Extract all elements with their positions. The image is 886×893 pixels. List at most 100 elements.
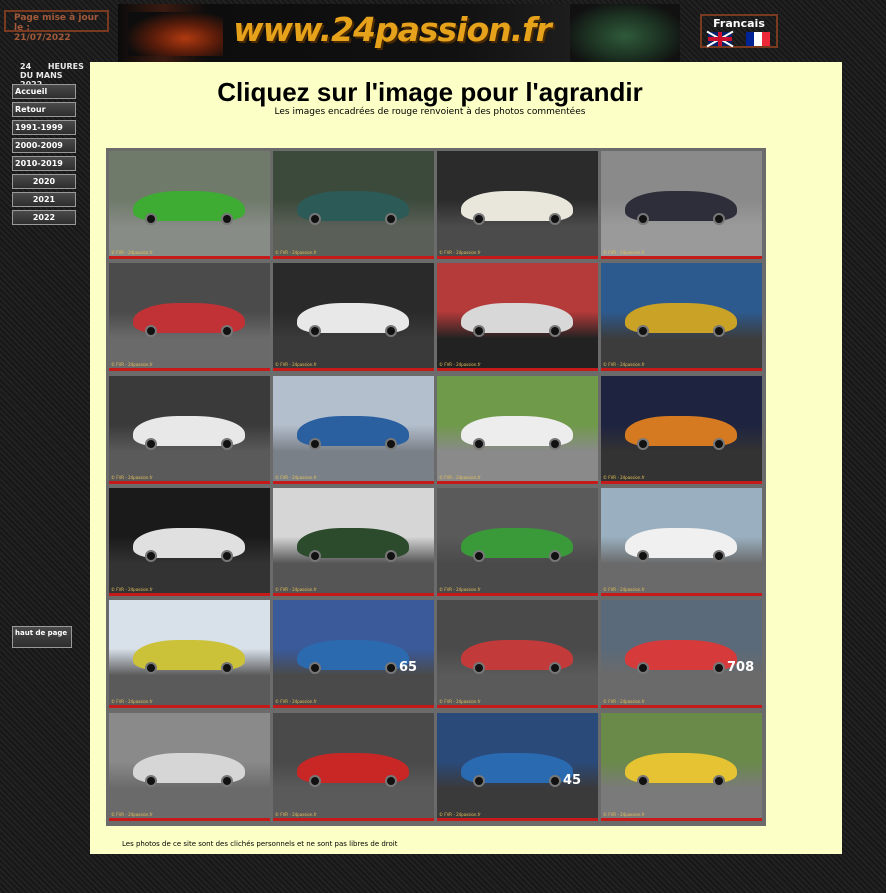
wheel [145, 437, 157, 450]
gallery-photo[interactable]: © FVR - 24passion.fr [273, 263, 434, 372]
wheel [145, 213, 157, 225]
nav-item-retour[interactable]: Retour [12, 102, 76, 117]
gallery-photo[interactable]: © FVR - 24passion.fr [273, 375, 434, 484]
wheel [473, 437, 485, 450]
wheel [549, 774, 561, 787]
gallery-photo[interactable]: © FVR - 24passion.fr [109, 151, 270, 259]
wheel [473, 213, 485, 225]
commented-photo-marker [109, 592, 270, 596]
nav-item-2022[interactable]: 2022 [12, 210, 76, 225]
gallery-photo[interactable]: © FVR - 24passion.fr [109, 375, 270, 484]
nav-item-accueil[interactable]: Accueil [12, 84, 76, 99]
wheel [473, 774, 485, 787]
wheel [549, 437, 561, 450]
commented-photo-marker [273, 592, 434, 596]
commented-photo-marker [601, 256, 762, 259]
gallery-photo[interactable]: © FVR - 24passion.fr [601, 263, 762, 372]
banner-car-image-right [570, 4, 680, 62]
gallery-photo[interactable]: © FVR - 24passion.fr [437, 263, 598, 372]
wheel [221, 213, 233, 225]
wheel [473, 662, 485, 675]
back-to-top-button[interactable]: haut de page [12, 626, 72, 648]
wheel [309, 662, 321, 675]
copyright-notice: Les photos de ce site sont des clichés p… [122, 840, 398, 848]
gallery-photo[interactable]: © FVR - 24passion.fr [601, 487, 762, 596]
commented-photo-marker [273, 480, 434, 484]
photo-watermark: © FVR - 24passion.fr [439, 586, 481, 592]
photo-watermark: © FVR - 24passion.fr [111, 362, 153, 368]
wheel [309, 213, 321, 225]
wheel [713, 662, 725, 675]
gallery-photo[interactable]: © FVR - 24passion.fr [437, 151, 598, 259]
wheel [385, 325, 397, 338]
wheel [221, 437, 233, 450]
commented-photo-marker [437, 256, 598, 259]
gallery-photo[interactable]: 65 © FVR - 24passion.fr [273, 600, 434, 709]
wheel [309, 774, 321, 787]
commented-photo-marker [109, 705, 270, 709]
photo-watermark: © FVR - 24passion.fr [275, 811, 317, 817]
gallery-photo[interactable]: © FVR - 24passion.fr [437, 487, 598, 596]
gallery-photo[interactable]: © FVR - 24passion.fr [273, 151, 434, 259]
nav-item-2021[interactable]: 2021 [12, 192, 76, 207]
wheel [309, 549, 321, 562]
gallery-photo[interactable]: 708 © FVR - 24passion.fr [601, 600, 762, 709]
france-flag-icon[interactable] [746, 32, 770, 46]
update-date: 21/07/2022 [14, 33, 71, 43]
gallery-photo[interactable]: © FVR - 24passion.fr [109, 263, 270, 372]
wheel [309, 325, 321, 338]
nav-item-2020[interactable]: 2020 [12, 174, 76, 189]
photo-watermark: © FVR - 24passion.fr [439, 362, 481, 368]
gallery-photo[interactable]: © FVR - 24passion.fr [601, 712, 762, 821]
wheel [145, 549, 157, 562]
gallery-photo[interactable]: © FVR - 24passion.fr [437, 600, 598, 709]
car-number: 45 [563, 772, 582, 788]
gallery-photo[interactable]: © FVR - 24passion.fr [109, 600, 270, 709]
wheel [385, 213, 397, 225]
uk-flag-icon[interactable] [706, 30, 734, 48]
wheel [713, 437, 725, 450]
commented-photo-marker [273, 817, 434, 821]
car-number: 708 [727, 660, 755, 676]
nav-item-1991-1999[interactable]: 1991-1999 [12, 120, 76, 135]
photo-watermark: © FVR - 24passion.fr [111, 586, 153, 592]
photo-watermark: © FVR - 24passion.fr [439, 699, 481, 705]
car-number: 65 [399, 660, 418, 676]
gallery-photo[interactable]: © FVR - 24passion.fr [273, 487, 434, 596]
gallery-photo[interactable]: © FVR - 24passion.fr [109, 487, 270, 596]
main-panel: Cliquez sur l'image pour l'agrandir Les … [90, 62, 842, 854]
commented-photo-marker [437, 592, 598, 596]
update-date-box: Page mise à jour le : 21/07/2022 [4, 10, 109, 43]
photo-watermark: © FVR - 24passion.fr [439, 250, 481, 255]
gallery-photo[interactable]: © FVR - 24passion.fr [273, 712, 434, 821]
gallery-photo[interactable]: © FVR - 24passion.fr [601, 151, 762, 259]
photo-watermark: © FVR - 24passion.fr [603, 586, 645, 592]
commented-photo-marker [109, 817, 270, 821]
wheel [221, 662, 233, 675]
nav-item-2010-2019[interactable]: 2010-2019 [12, 156, 76, 171]
photo-watermark: © FVR - 24passion.fr [111, 250, 153, 255]
commented-photo-marker [273, 705, 434, 709]
nav-item-2000-2009[interactable]: 2000-2009 [12, 138, 76, 153]
wheel [221, 774, 233, 787]
commented-photo-marker [601, 592, 762, 596]
wheel [549, 549, 561, 562]
wheel [385, 662, 397, 675]
photo-watermark: © FVR - 24passion.fr [275, 474, 317, 480]
gallery-photo[interactable]: 45 © FVR - 24passion.fr [437, 712, 598, 821]
wheel [145, 774, 157, 787]
wheel [637, 774, 649, 787]
wheel [549, 325, 561, 338]
photo-watermark: © FVR - 24passion.fr [603, 250, 645, 255]
gallery-photo[interactable]: © FVR - 24passion.fr [437, 375, 598, 484]
wheel [385, 437, 397, 450]
site-banner[interactable]: www.24passion.fr [118, 4, 680, 62]
commented-photo-marker [601, 817, 762, 821]
wheel [309, 437, 321, 450]
page-title: Cliquez sur l'image pour l'agrandir [217, 77, 643, 107]
gallery-photo[interactable]: © FVR - 24passion.fr [601, 375, 762, 484]
commented-photo-marker [437, 817, 598, 821]
commented-photo-marker [437, 368, 598, 372]
gallery-photo[interactable]: © FVR - 24passion.fr [109, 712, 270, 821]
wheel [549, 662, 561, 675]
